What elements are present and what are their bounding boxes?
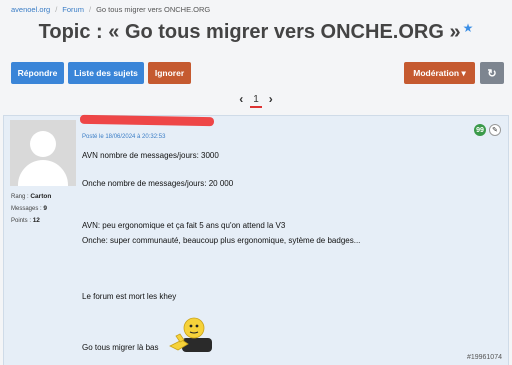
user-rank-value: Carton [30, 193, 52, 200]
breadcrumb-topic: Go tous migrer vers ONCHE.ORG [96, 5, 211, 14]
user-messages: Messages : 9 [11, 205, 47, 212]
sticker-image [169, 317, 212, 352]
pagination-next-icon[interactable]: › [269, 92, 273, 106]
favorite-star-icon[interactable]: ★ [463, 21, 474, 35]
breadcrumb: avenoel.org / Forum / Go tous migrer ver… [11, 5, 210, 14]
post-date: Posté le 18/06/2024 à 20:32:53 [82, 134, 166, 140]
post-line: Go tous migrer là bas [82, 343, 159, 352]
page-title: Topic : « Go tous migrer vers ONCHE.ORG … [0, 21, 512, 44]
page-title-text: Topic : « Go tous migrer vers ONCHE.ORG … [38, 21, 461, 43]
post-id[interactable]: #19961074 [467, 354, 502, 361]
quote-icon[interactable]: 99 [474, 124, 486, 136]
user-points: Points : 12 [11, 217, 40, 224]
post-line: Le forum est mort les khey [82, 292, 177, 301]
breadcrumb-separator: / [55, 5, 58, 14]
pagination-current-page[interactable]: 1 [250, 94, 262, 108]
post-line: Onche: super communauté, beaucoup plus e… [82, 236, 361, 245]
ignore-button[interactable]: Ignorer [148, 62, 191, 84]
breadcrumb-separator: / [88, 5, 92, 14]
pagination: ‹ 1 › [0, 92, 512, 108]
post-line: Onche nombre de messages/jours: 20 000 [82, 179, 234, 188]
edit-icon[interactable]: ✎ [489, 124, 501, 136]
reply-button[interactable]: Répondre [11, 62, 64, 84]
user-rank-label: Rang : [11, 194, 29, 200]
subjects-list-button[interactable]: Liste des sujets [68, 62, 144, 84]
user-messages-label: Messages : [11, 206, 42, 212]
refresh-button[interactable]: ↻ [480, 62, 504, 84]
pagination-prev-icon[interactable]: ‹ [239, 92, 243, 106]
user-points-value: 12 [32, 217, 40, 224]
user-rank: Rang : Carton [11, 193, 51, 200]
user-points-label: Points : [11, 218, 32, 224]
breadcrumb-site-link[interactable]: avenoel.org [11, 5, 50, 14]
user-messages-value: 9 [43, 205, 47, 212]
moderation-dropdown-button[interactable]: Modération ▾ [404, 62, 475, 84]
post-line: AVN nombre de messages/jours: 3000 [82, 151, 219, 160]
post-line: AVN: peu ergonomique et ça fait 5 ans qu… [82, 221, 286, 230]
avatar-body [18, 160, 68, 186]
breadcrumb-forum-link[interactable]: Forum [62, 5, 84, 14]
avatar-head [30, 131, 56, 157]
avatar[interactable] [10, 120, 76, 186]
